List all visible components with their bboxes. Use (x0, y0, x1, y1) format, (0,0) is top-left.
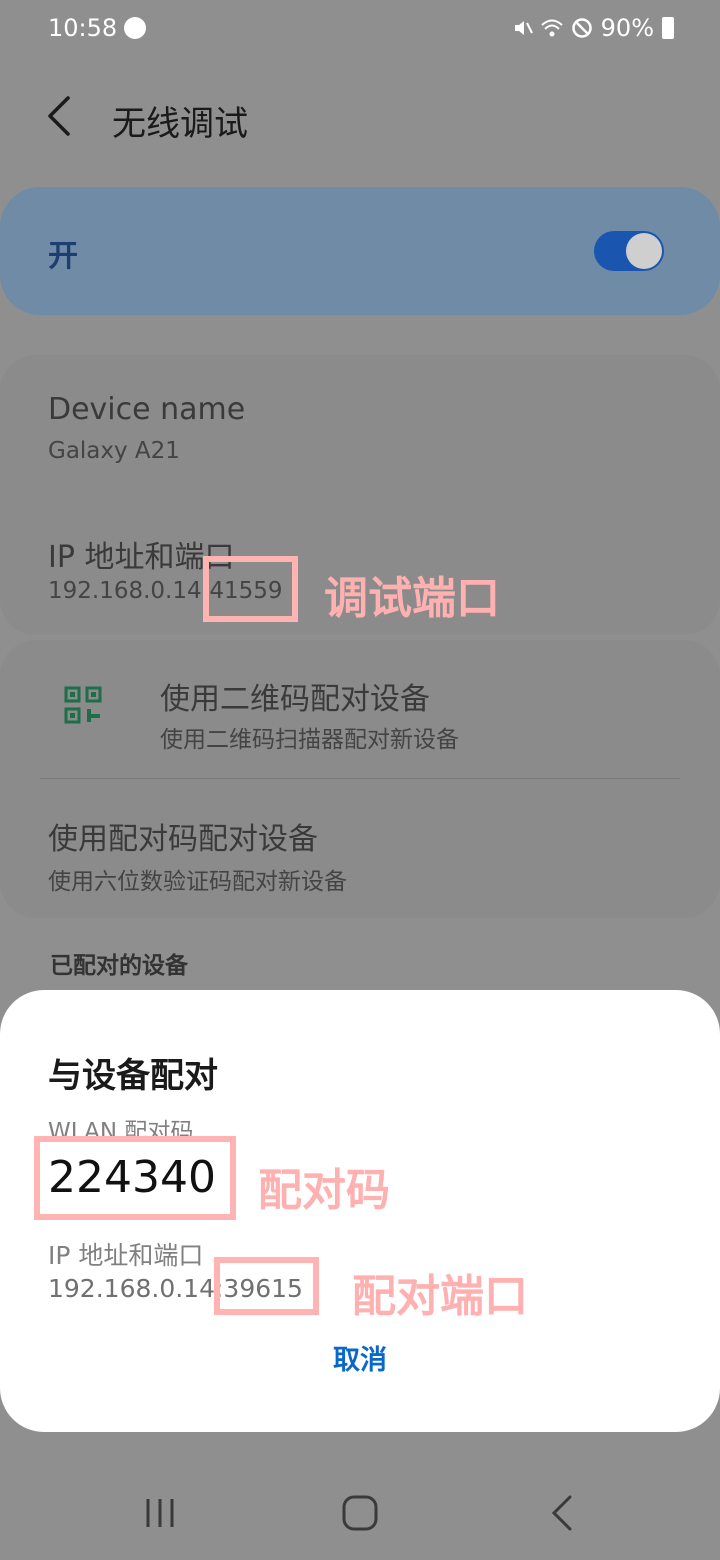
mute-vibrate-icon (514, 21, 533, 35)
back-arrow-icon[interactable] (40, 94, 80, 138)
pair-port-highlight (214, 1257, 319, 1315)
pair-code-subtitle: 使用六位数验证码配对新设备 (48, 869, 347, 895)
battery-percent: 90% (600, 14, 654, 42)
divider (40, 778, 680, 779)
recent-apps-icon[interactable] (140, 1493, 180, 1533)
home-icon[interactable] (340, 1493, 380, 1533)
toggle-knob (626, 233, 662, 269)
wifi-icon (540, 19, 563, 37)
back-nav-icon[interactable] (544, 1493, 584, 1533)
app-header: 无线调试 (0, 70, 720, 160)
cancel-button[interactable]: 取消 (0, 1338, 720, 1377)
debug-port-highlight (203, 556, 298, 622)
pair-code-highlight (34, 1136, 236, 1220)
dialog-title: 与设备配对 (48, 1056, 218, 1096)
switch-label: 开 (48, 239, 78, 274)
navigation-bar (0, 1465, 720, 1560)
page-title: 无线调试 (112, 104, 248, 144)
pair-code-title: 使用配对码配对设备 (48, 822, 318, 857)
do-not-disturb-icon (571, 18, 592, 38)
device-name-value: Galaxy A21 (48, 438, 180, 464)
paired-devices-header: 已配对的设备 (50, 953, 188, 979)
battery-icon (662, 17, 674, 39)
status-icons: 90% (511, 14, 674, 42)
pair-port-annotation: 配对端口 (352, 1271, 528, 1322)
pair-qr-subtitle: 使用二维码扫描器配对新设备 (160, 727, 459, 753)
qr-code-icon (64, 686, 102, 724)
status-bar: 10:58 90% (0, 0, 720, 60)
status-notification-icon (124, 17, 146, 39)
wireless-debugging-switch-row[interactable]: 开 (0, 187, 720, 315)
dialog-ip-port-label: IP 地址和端口 (48, 1241, 204, 1270)
status-time: 10:58 (48, 14, 118, 42)
pair-code-annotation: 配对码 (258, 1165, 390, 1216)
main-toggle[interactable] (594, 231, 664, 271)
device-name-title: Device name (48, 392, 246, 427)
debug-port-annotation: 调试端口 (324, 573, 500, 624)
pair-qr-title: 使用二维码配对设备 (160, 682, 430, 717)
